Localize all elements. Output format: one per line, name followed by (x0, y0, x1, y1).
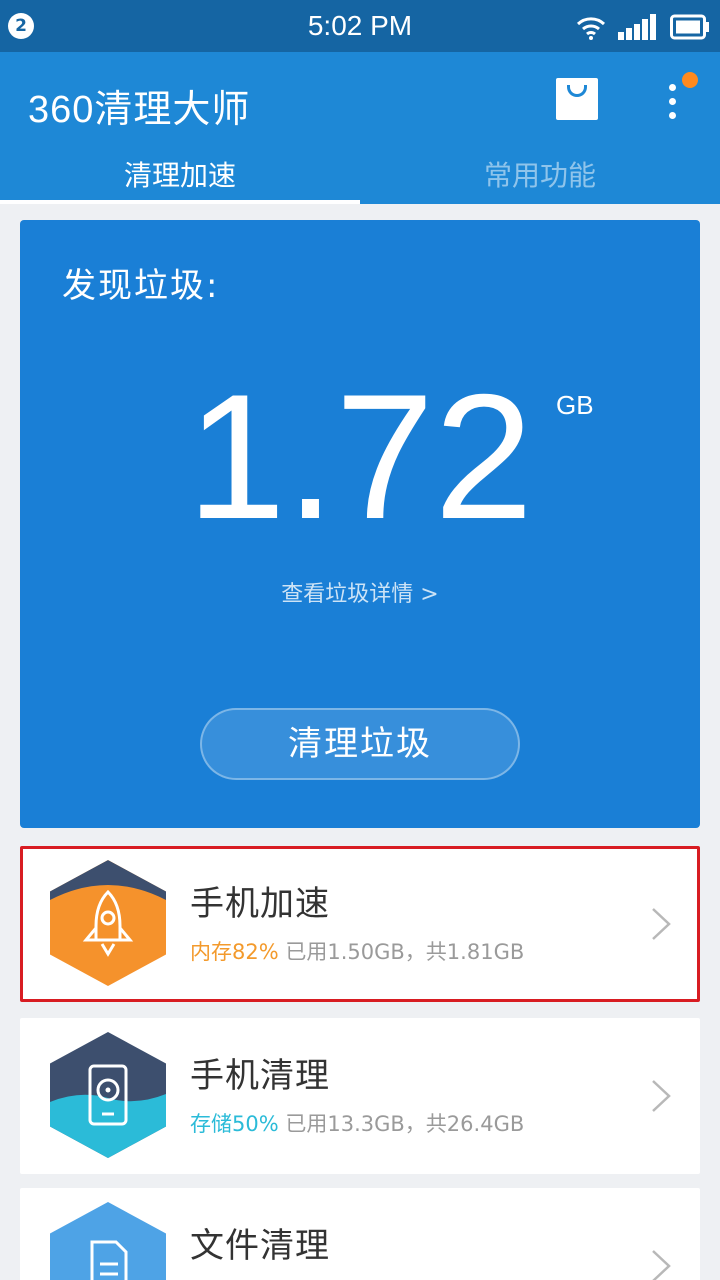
junk-summary-card: 发现垃圾: 1.72 GB 查看垃圾详情 > 清理垃圾 (20, 220, 700, 828)
menu-notification-dot (682, 72, 698, 88)
junk-size-value: 1.72 (186, 357, 534, 556)
junk-detail-link[interactable]: 查看垃圾详情 > (20, 576, 700, 608)
chevron-right-icon (652, 1080, 671, 1112)
tab-clean-speedup[interactable]: 清理加速 (0, 152, 360, 204)
more-menu-button[interactable] (664, 82, 680, 122)
tab-bar: 清理加速 常用功能 (0, 152, 720, 204)
more-vert-icon (669, 84, 676, 91)
feature-title: 文件清理 (190, 1226, 330, 1266)
battery-icon (670, 14, 709, 40)
feature-row-file-clean[interactable]: 文件清理 (20, 1188, 700, 1280)
more-dot (669, 112, 676, 119)
feature-title: 手机加速 (190, 884, 330, 924)
status-bar: 2 5:02 PM (0, 0, 720, 52)
clean-junk-button[interactable]: 清理垃圾 (200, 708, 520, 780)
feature-row-speedup[interactable]: 手机加速 内存82% 已用1.50GB，共1.81GB (20, 846, 700, 1002)
feature-subtitle: 存储50% 已用13.3GB，共26.4GB (190, 1108, 524, 1138)
storage-usage-percent: 存储50% (190, 1112, 279, 1136)
app-header: 360清理大师 清理加速 常用功能 (0, 52, 720, 204)
feature-title: 手机清理 (190, 1056, 330, 1096)
shop-bag-button[interactable] (556, 78, 598, 120)
shopping-bag-icon (567, 85, 587, 97)
feature-row-phone-clean[interactable]: 手机清理 存储50% 已用13.3GB，共26.4GB (20, 1018, 700, 1174)
memory-usage-percent: 内存82% (190, 940, 279, 964)
status-icons (576, 12, 710, 40)
memory-usage-detail: 已用1.50GB，共1.81GB (285, 940, 525, 964)
chevron-right-icon (652, 1250, 671, 1280)
wifi-icon (576, 17, 606, 40)
rocket-icon (50, 860, 166, 986)
storage-usage-detail: 已用13.3GB，共26.4GB (285, 1112, 525, 1136)
junk-size-unit: GB (556, 390, 594, 420)
tab-common-functions[interactable]: 常用功能 (360, 152, 720, 204)
phone-fan-icon (50, 1032, 166, 1158)
signal-icon (618, 14, 656, 40)
chevron-right-icon (652, 908, 671, 940)
feature-subtitle: 内存82% 已用1.50GB，共1.81GB (190, 936, 524, 966)
app-title: 360清理大师 (28, 89, 251, 131)
junk-label: 发现垃圾: (62, 266, 220, 306)
more-dot (669, 98, 676, 105)
document-icon (50, 1202, 166, 1280)
